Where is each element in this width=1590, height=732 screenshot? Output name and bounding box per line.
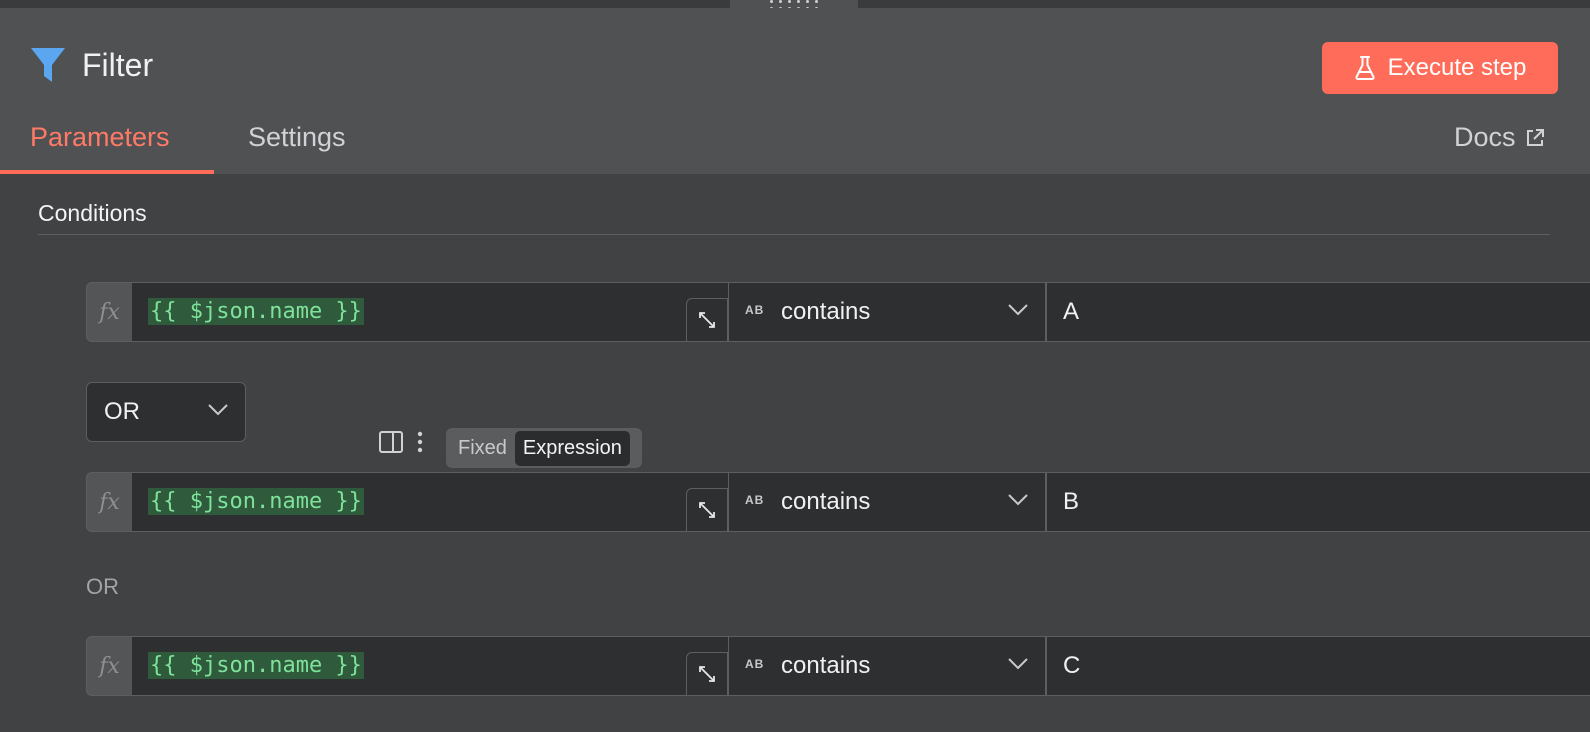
expand-expression-button[interactable] [686, 652, 728, 696]
docs-link[interactable]: Docs [1454, 122, 1546, 153]
expression-text: {{ $json.name }} [148, 298, 364, 325]
expression-field[interactable]: {{ $json.name }} [132, 282, 728, 342]
fx-icon: fx [86, 282, 132, 342]
combinator-label: OR [104, 398, 140, 425]
execute-step-label: Execute step [1387, 54, 1527, 81]
operator-select[interactable]: AB contains [728, 282, 1046, 342]
combinator-select[interactable]: OR [86, 382, 246, 442]
execute-step-button[interactable]: Execute step [1322, 42, 1558, 94]
chevron-down-icon [1008, 494, 1028, 506]
chevron-down-icon [1008, 304, 1028, 316]
condition-row: fx {{ $json.name }} AB contains B [86, 472, 1590, 532]
funnel-icon [31, 48, 65, 82]
chevron-down-icon [208, 404, 228, 416]
external-link-icon [1526, 128, 1544, 146]
string-type-icon: AB [745, 657, 765, 671]
value-input[interactable]: C [1046, 636, 1590, 696]
expand-expression-button[interactable] [686, 298, 728, 342]
condition-row: fx {{ $json.name }} AB contains A [86, 282, 1590, 342]
section-divider [38, 234, 1550, 235]
value-input[interactable]: A [1046, 282, 1590, 342]
node-header: Filter Execute step Parameters Settings … [0, 8, 1590, 174]
mode-fixed-option[interactable]: Fixed [450, 437, 515, 460]
active-tab-indicator [0, 170, 214, 174]
expand-expression-button[interactable] [686, 488, 728, 532]
operator-select[interactable]: AB contains [728, 472, 1046, 532]
side-panel-icon[interactable] [378, 430, 404, 454]
string-type-icon: AB [745, 493, 765, 507]
conditions-heading: Conditions [38, 200, 147, 226]
tab-settings[interactable]: Settings [248, 122, 346, 153]
expression-field[interactable]: {{ $json.name }} [132, 472, 728, 532]
chevron-down-icon [1008, 658, 1028, 670]
expand-icon [699, 312, 715, 328]
expression-text: {{ $json.name }} [148, 488, 364, 515]
mode-expression-option[interactable]: Expression [514, 430, 630, 466]
fixed-expression-toggle: Fixed Expression [446, 428, 642, 468]
operator-label: contains [781, 298, 871, 325]
string-type-icon: AB [745, 303, 765, 317]
node-title: Filter [82, 46, 154, 83]
operator-select[interactable]: AB contains [728, 636, 1046, 696]
fx-icon: fx [86, 636, 132, 696]
more-options-icon[interactable] [416, 430, 424, 454]
tab-parameters[interactable]: Parameters [30, 122, 170, 153]
node-title-group: Filter [30, 46, 153, 84]
expand-icon [699, 502, 715, 518]
expression-text: {{ $json.name }} [148, 652, 364, 679]
condition-row: fx {{ $json.name }} AB contains C [86, 636, 1590, 696]
value-input[interactable]: B [1046, 472, 1590, 532]
operator-label: contains [781, 488, 871, 515]
expression-field[interactable]: {{ $json.name }} [132, 636, 728, 696]
flask-icon [1355, 56, 1375, 80]
docs-label: Docs [1454, 122, 1516, 152]
operator-label: contains [781, 652, 871, 679]
combinator-text: OR [86, 574, 119, 599]
fx-icon: fx [86, 472, 132, 532]
expand-icon [699, 666, 715, 682]
